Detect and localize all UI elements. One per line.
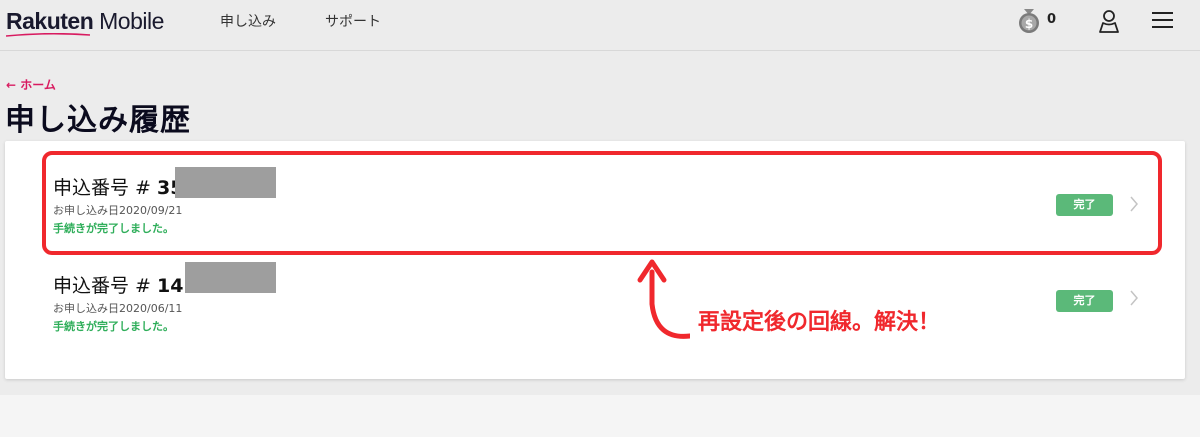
order-status-message: 手続きが完了しました。: [53, 320, 174, 333]
back-to-home-link[interactable]: ← ホーム: [6, 76, 56, 93]
annotation-highlight-box: [42, 151, 1162, 255]
status-badge: 完了: [1056, 290, 1113, 312]
order-number-label: 申込番号 #: [53, 275, 157, 297]
order-number-value: 14: [157, 275, 184, 297]
redaction-mask: [185, 262, 276, 293]
top-header: Rakuten Mobile 申し込み サポート $ 0: [0, 0, 1200, 51]
order-number: 申込番号 # 14: [53, 271, 183, 298]
page-title: 申し込み履歴: [5, 103, 191, 138]
annotation-text: 再設定後の回線。解決！: [698, 310, 941, 335]
logo-sub: Mobile: [93, 8, 164, 34]
logo-swoosh-icon: [6, 33, 90, 37]
menu-icon[interactable]: [1152, 10, 1173, 30]
footer-strip: [0, 395, 1200, 437]
svg-text:$: $: [1025, 17, 1033, 31]
rakuten-mobile-logo[interactable]: Rakuten Mobile: [6, 8, 164, 35]
points-value: 0: [1047, 12, 1057, 27]
order-row[interactable]: 申込番号 # 14 お申し込み日2020/06/11 手続きが完了しました。 完…: [5, 253, 1185, 351]
points-coin-icon[interactable]: $: [1017, 8, 1041, 34]
annotation-arrow-icon: [637, 259, 690, 339]
nav-support[interactable]: サポート: [325, 11, 381, 31]
nav-apply[interactable]: 申し込み: [220, 11, 276, 31]
user-icon[interactable]: [1098, 9, 1120, 33]
logo-brand: Rakuten: [6, 8, 94, 34]
chevron-right-icon[interactable]: [1129, 289, 1139, 307]
order-date: お申し込み日2020/06/11: [53, 302, 183, 315]
